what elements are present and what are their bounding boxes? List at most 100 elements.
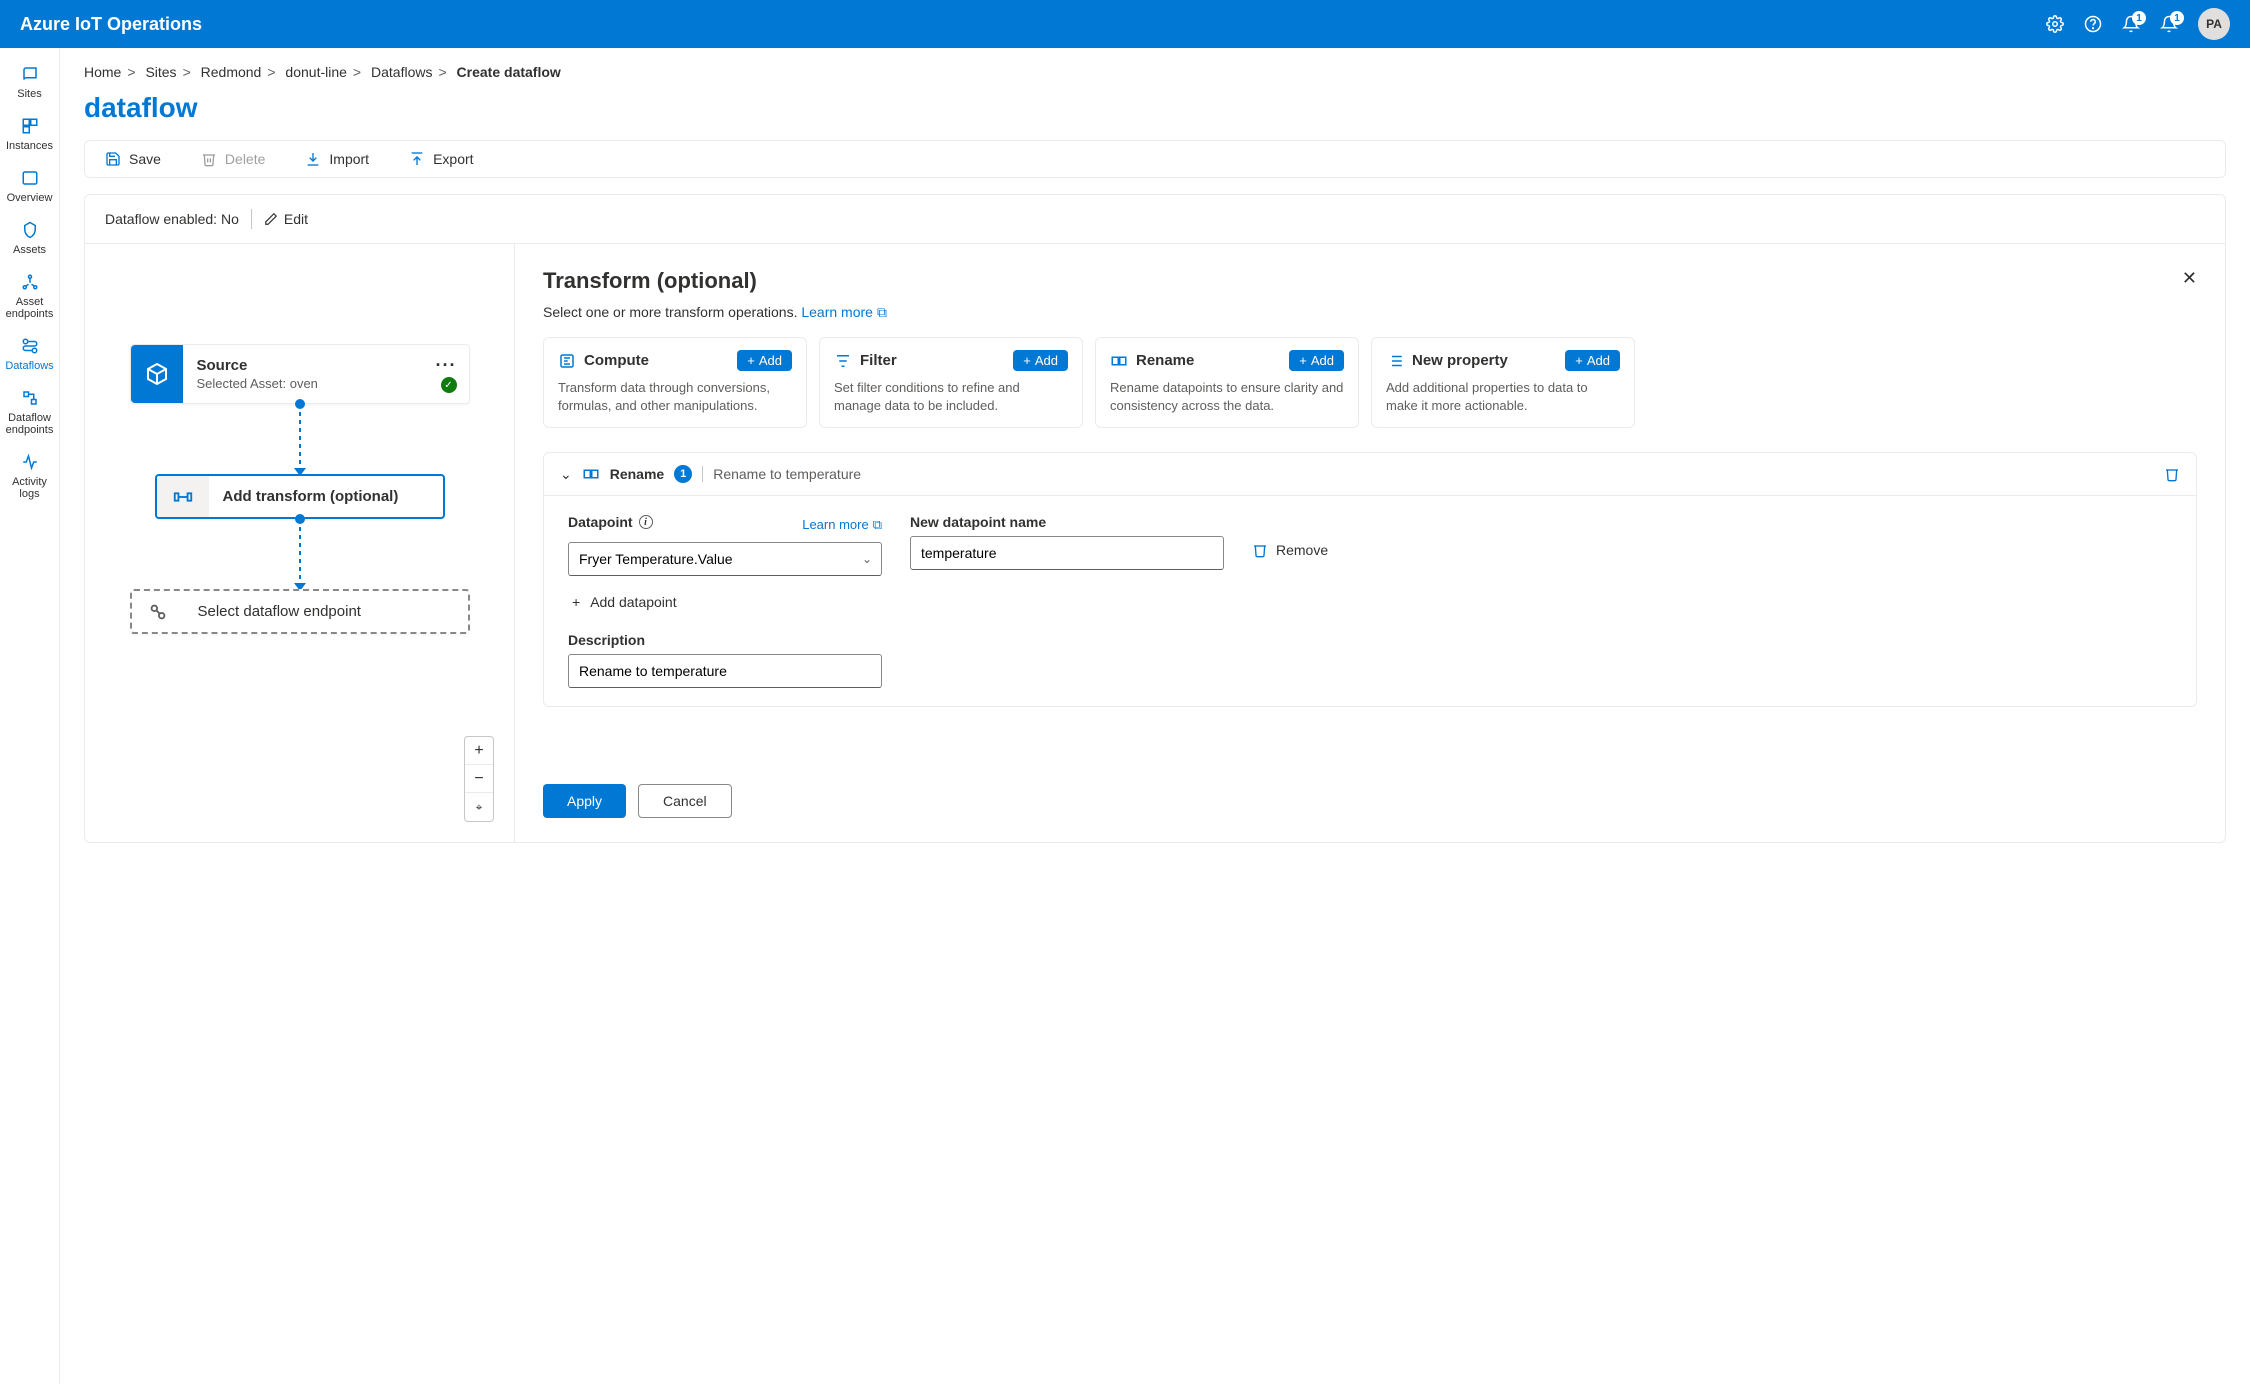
- remove-button[interactable]: Remove: [1252, 542, 1328, 558]
- dataflows-icon: [20, 336, 40, 356]
- flow-node-source[interactable]: Source Selected Asset: oven ··· ✓: [130, 344, 470, 404]
- alert-badge: 1: [2170, 11, 2184, 25]
- connector: [299, 404, 301, 474]
- flow-node-endpoint[interactable]: Select dataflow endpoint: [130, 589, 470, 634]
- crumb-home[interactable]: Home: [84, 64, 121, 80]
- user-avatar[interactable]: PA: [2198, 8, 2230, 40]
- endpoint-title: Select dataflow endpoint: [198, 603, 454, 620]
- zoom-out-button[interactable]: −: [465, 765, 493, 793]
- source-subtitle: Selected Asset: oven: [197, 376, 455, 391]
- delete-rename-button[interactable]: [2164, 466, 2180, 482]
- external-link-icon: ⧉: [877, 304, 887, 321]
- breadcrumb: Home> Sites> Redmond> donut-line> Datafl…: [84, 64, 2226, 80]
- help-icon[interactable]: [2084, 15, 2102, 33]
- connector: [299, 519, 301, 589]
- add-rename-button[interactable]: + Add: [1289, 350, 1344, 371]
- notifications-icon[interactable]: 1: [2122, 15, 2140, 33]
- add-newprop-button[interactable]: + Add: [1565, 350, 1620, 371]
- settings-icon[interactable]: [2046, 15, 2064, 33]
- sidebar-item-activity-logs[interactable]: Activity logs: [0, 444, 59, 508]
- rename-description-text: Rename to temperature: [713, 466, 861, 482]
- sidebar-item-overview[interactable]: Overview: [0, 160, 59, 212]
- save-button[interactable]: Save: [105, 151, 161, 167]
- new-name-input[interactable]: [910, 536, 1224, 570]
- add-datapoint-button[interactable]: + Add datapoint: [568, 594, 2172, 610]
- more-icon[interactable]: ···: [436, 355, 457, 376]
- delete-button: Delete: [201, 151, 265, 167]
- import-button[interactable]: Import: [305, 151, 369, 167]
- cancel-button[interactable]: Cancel: [638, 784, 732, 818]
- learn-more-link[interactable]: Learn more⧉: [801, 304, 887, 320]
- sidebar-item-assets[interactable]: Assets: [0, 212, 59, 264]
- fit-button[interactable]: ⌖: [465, 793, 493, 821]
- external-link-icon: ⧉: [873, 517, 882, 533]
- zoom-in-button[interactable]: +: [465, 737, 493, 765]
- rename-icon: [582, 465, 600, 483]
- filter-icon: [834, 352, 852, 370]
- sidebar-label: Asset endpoints: [4, 296, 55, 320]
- op-card-new-property: New property + Add Add additional proper…: [1371, 337, 1635, 428]
- sidebar-label: Dataflow endpoints: [4, 412, 55, 436]
- count-badge: 1: [674, 465, 692, 483]
- sidebar-item-sites[interactable]: Sites: [0, 56, 59, 108]
- edit-icon: [264, 212, 278, 226]
- check-icon: ✓: [441, 377, 457, 393]
- page-title: dataflow: [84, 92, 2226, 124]
- add-filter-button[interactable]: + Add: [1013, 350, 1068, 371]
- alerts-icon[interactable]: 1: [2160, 15, 2178, 33]
- list-icon: [1386, 352, 1404, 370]
- assets-icon: [20, 220, 40, 240]
- flow-node-transform[interactable]: Add transform (optional): [155, 474, 445, 519]
- crumb-sites[interactable]: Sites: [145, 64, 176, 80]
- edit-button[interactable]: Edit: [264, 211, 308, 227]
- description-input[interactable]: [568, 654, 882, 688]
- instances-icon: [20, 116, 40, 136]
- cube-icon: [131, 345, 183, 403]
- sidebar-item-dataflows[interactable]: Dataflows: [0, 328, 59, 380]
- datapoint-label: Datapoint i: [568, 514, 653, 530]
- asset-endpoints-icon: [20, 272, 40, 292]
- sidebar-label: Overview: [7, 192, 53, 204]
- save-icon: [105, 151, 121, 167]
- sidebar-label: Assets: [13, 244, 46, 256]
- crumb-donut-line[interactable]: donut-line: [285, 64, 347, 80]
- chevron-down-icon[interactable]: ⌄: [560, 466, 572, 483]
- op-card-compute: Compute + Add Transform data through con…: [543, 337, 807, 428]
- datapoint-input[interactable]: [568, 542, 882, 576]
- datapoint-select[interactable]: ⌄: [568, 542, 882, 576]
- transform-icon: [157, 476, 209, 517]
- sidebar-label: Sites: [17, 88, 41, 100]
- info-icon[interactable]: i: [639, 515, 653, 529]
- activity-logs-icon: [20, 452, 40, 472]
- panel-title: Transform (optional): [543, 268, 757, 294]
- notification-badge: 1: [2132, 11, 2146, 25]
- sidebar-item-asset-endpoints[interactable]: Asset endpoints: [0, 264, 59, 328]
- description-label: Description: [568, 632, 2172, 648]
- delete-icon: [201, 151, 217, 167]
- sites-icon: [20, 64, 40, 84]
- crumb-redmond[interactable]: Redmond: [201, 64, 262, 80]
- learn-more-link[interactable]: Learn more⧉: [802, 517, 882, 533]
- compute-icon: [558, 352, 576, 370]
- export-button[interactable]: Export: [409, 151, 473, 167]
- crumb-dataflows[interactable]: Dataflows: [371, 64, 432, 80]
- app-brand: Azure IoT Operations: [20, 14, 202, 35]
- export-icon: [409, 151, 425, 167]
- op-desc: Rename datapoints to ensure clarity and …: [1110, 379, 1344, 415]
- source-title: Source: [197, 357, 455, 374]
- sidebar-item-instances[interactable]: Instances: [0, 108, 59, 160]
- close-icon[interactable]: ✕: [2182, 268, 2197, 289]
- dataflow-endpoints-icon: [20, 388, 40, 408]
- plus-icon: +: [572, 594, 580, 610]
- op-title: Compute: [584, 352, 729, 369]
- rename-icon: [1110, 352, 1128, 370]
- divider: [702, 466, 703, 482]
- panel-subtitle: Select one or more transform operations.: [543, 304, 797, 320]
- sidebar-item-dataflow-endpoints[interactable]: Dataflow endpoints: [0, 380, 59, 444]
- add-compute-button[interactable]: + Add: [737, 350, 792, 371]
- import-icon: [305, 151, 321, 167]
- crumb-current: Create dataflow: [457, 64, 561, 80]
- apply-button[interactable]: Apply: [543, 784, 626, 818]
- op-title: Filter: [860, 352, 1005, 369]
- op-title: Rename: [1136, 352, 1281, 369]
